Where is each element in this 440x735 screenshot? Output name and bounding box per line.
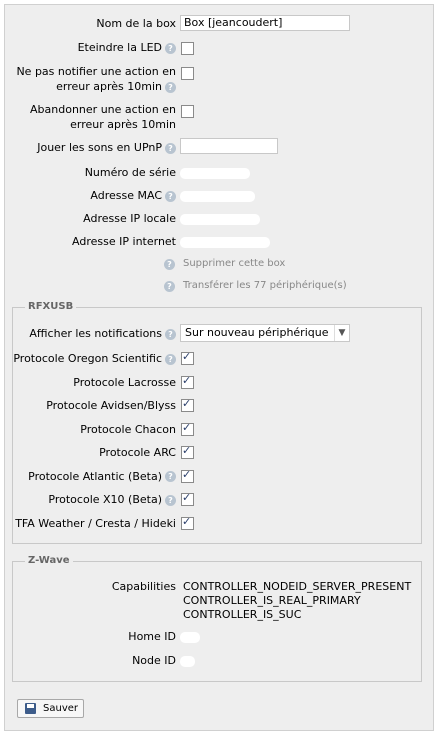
protocol-label: Protocole Atlantic (Beta)? (28, 469, 176, 484)
protocol-label-text: Protocole Avidsen/Blyss (46, 399, 176, 412)
capability-1: CONTROLLER_NODEID_SERVER_PRESENT (183, 580, 412, 593)
node-id-value (180, 656, 195, 667)
help-icon[interactable]: ? (165, 328, 176, 340)
delete-box-link[interactable]: Supprimer cette box (183, 258, 285, 269)
abandon-label: Abandonner une action en erreur après 10… (30, 103, 176, 131)
protocol-label-text: Protocole X10 (Beta) (48, 493, 162, 506)
mac-label: Adresse MAC? (90, 188, 176, 203)
protocol-label: Protocole Lacrosse (73, 375, 176, 390)
notifications-select[interactable]: Sur nouveau périphérique ▼ (180, 324, 350, 342)
protocol-label-text: Protocole Atlantic (Beta) (28, 469, 162, 483)
box-name-input[interactable]: Box [jeancoudert] (180, 15, 350, 31)
protocol-label-text: Protocole ARC (99, 446, 176, 459)
help-icon[interactable]: ? (165, 471, 176, 482)
help-icon[interactable]: ? (165, 42, 176, 54)
capabilities-label: Capabilities (111, 580, 176, 593)
help-icon[interactable]: ? (165, 353, 176, 365)
help-icon[interactable]: ? (165, 494, 176, 506)
protocol-label: Protocole X10 (Beta)? (48, 492, 176, 507)
local-ip-label: Adresse IP locale (83, 212, 176, 225)
notifications-select-value: Sur nouveau périphérique (185, 326, 329, 339)
transfer-devices-link[interactable]: Transférer les 77 périphérique(s) (183, 280, 347, 291)
capability-2: CONTROLLER_IS_REAL_PRIMARY (183, 594, 361, 607)
serial-label: Numéro de série (84, 166, 176, 179)
serial-value (180, 168, 250, 179)
home-id-value (180, 632, 200, 643)
floppy-disk-icon (25, 703, 36, 714)
chevron-down-icon[interactable]: ▼ (334, 325, 349, 341)
led-label: Eteindre la LED? (78, 40, 176, 55)
save-button[interactable]: Sauver (17, 699, 84, 718)
protocol-label: TFA Weather / Cresta / Hideki (15, 516, 176, 531)
notifications-label: Afficher les notifications? (29, 326, 176, 341)
help-icon[interactable]: ? (164, 259, 175, 270)
protocol-label: Protocole ARC (99, 445, 176, 460)
save-button-label: Sauver (43, 703, 78, 714)
protocol-checkbox[interactable] (181, 397, 194, 412)
rfxusb-legend: RFXUSB (25, 301, 77, 312)
led-label-text: Eteindre la LED (77, 41, 162, 54)
mac-label-text: Adresse MAC (90, 189, 162, 202)
local-ip-value (180, 214, 260, 225)
protocol-label-text: Protocole Oregon Scientific (13, 352, 162, 365)
notify-label: Ne pas notifier une action en erreur apr… (6, 64, 176, 94)
protocol-label: Protocole Avidsen/Blyss (46, 398, 176, 413)
protocol-label-text: TFA Weather / Cresta / Hideki (15, 516, 176, 530)
protocol-checkbox[interactable] (181, 421, 194, 436)
upnp-label-text: Jouer les sons en UPnP (37, 141, 162, 154)
led-checkbox[interactable] (181, 42, 194, 55)
protocol-checkbox[interactable] (181, 374, 194, 389)
notify-checkbox[interactable] (181, 67, 194, 80)
zwave-legend: Z-Wave (25, 555, 73, 566)
abandon-checkbox[interactable] (181, 105, 194, 118)
home-id-label: Home ID (128, 630, 176, 643)
internet-ip-label: Adresse IP internet (72, 235, 176, 248)
internet-ip-value (180, 237, 270, 248)
help-icon[interactable]: ? (165, 81, 176, 93)
protocol-checkbox[interactable] (181, 515, 194, 530)
notify-label-text: Ne pas notifier une action en erreur apr… (16, 65, 176, 93)
protocol-label: Protocole Oregon Scientific? (13, 351, 176, 366)
upnp-label: Jouer les sons en UPnP? (37, 140, 176, 155)
protocol-label-text: Protocole Lacrosse (73, 375, 176, 389)
notifications-label-text: Afficher les notifications (29, 327, 162, 340)
upnp-input[interactable] (180, 138, 278, 154)
box-name-label: Nom de la box (96, 17, 176, 30)
protocol-checkbox[interactable] (181, 350, 194, 365)
node-id-label: Node ID (132, 654, 176, 667)
protocol-checkbox[interactable] (181, 468, 194, 483)
protocol-checkbox[interactable] (181, 491, 194, 506)
protocol-label-text: Protocole Chacon (80, 422, 176, 436)
protocol-label: Protocole Chacon (80, 422, 176, 437)
help-icon[interactable]: ? (164, 281, 175, 292)
help-icon[interactable]: ? (165, 142, 176, 154)
help-icon[interactable]: ? (165, 190, 176, 202)
capability-3: CONTROLLER_IS_SUC (183, 608, 302, 621)
rfxusb-fieldset: RFXUSB (12, 301, 422, 544)
mac-value (180, 191, 255, 202)
protocol-checkbox[interactable] (181, 444, 194, 459)
